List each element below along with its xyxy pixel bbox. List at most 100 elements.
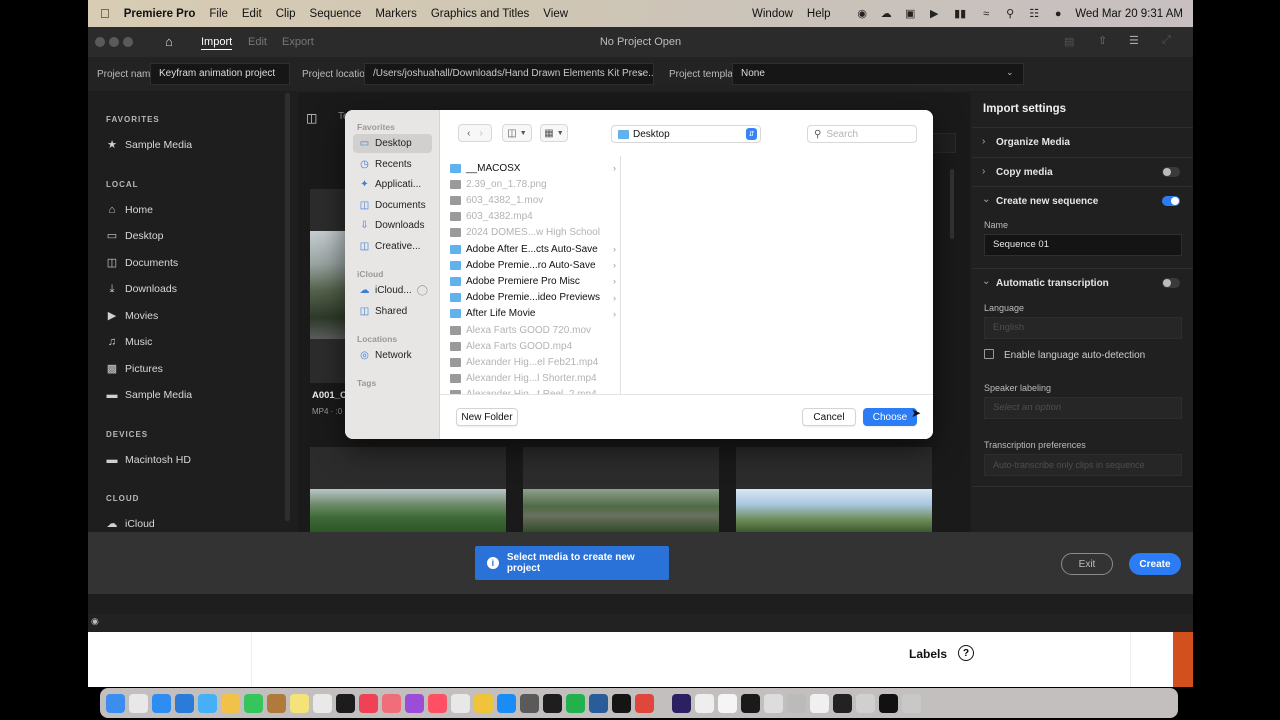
dock-app-icon[interactable] <box>879 693 898 713</box>
location-popup[interactable]: Desktop ⇵ <box>611 125 761 143</box>
dock-app-icon[interactable] <box>543 693 562 713</box>
dock-app-icon[interactable] <box>382 693 401 713</box>
dock-app-icon[interactable] <box>520 693 539 713</box>
file-list-item[interactable]: 603_4382_1.mov <box>450 192 616 208</box>
share-icon[interactable]: ⇧ <box>1098 34 1107 47</box>
chevron-right-icon[interactable]: › <box>480 128 483 139</box>
sidebar-item-downloads[interactable]: ⤓ Downloads <box>106 283 177 295</box>
dock-app-icon[interactable] <box>152 693 171 713</box>
sidebar-item-icloud[interactable]: ☁ iCloud <box>106 518 155 530</box>
menu-view[interactable]: View <box>543 8 568 20</box>
dock-app-icon[interactable] <box>718 693 737 713</box>
file-list-item[interactable]: Adobe Premiere Pro Misc › <box>450 273 616 289</box>
control-center-icon[interactable]: ☷ <box>1027 8 1041 20</box>
sidebar-item-movies[interactable]: ▶ Movies <box>106 310 159 322</box>
sidebar-item-music[interactable]: ♫ Music <box>106 336 153 348</box>
menu-edit[interactable]: Edit <box>242 8 262 20</box>
file-list-item[interactable]: 2024 DOMES...w High School <box>450 225 616 241</box>
dialog-sidebar-network[interactable]: ◎ Network <box>353 346 432 365</box>
organize-media-label[interactable]: Organize Media <box>996 137 1070 148</box>
file-list-item[interactable]: 603_4382.mp4 <box>450 209 616 225</box>
dock-app-icon[interactable] <box>672 693 691 713</box>
file-list-item[interactable]: 2.39_on_1.78.png <box>450 176 616 192</box>
dock-app-icon[interactable] <box>290 693 309 713</box>
search-field[interactable]: ⚲ Search <box>807 125 917 143</box>
auto-transcription-label[interactable]: Automatic transcription <box>996 278 1109 289</box>
back-forward-buttons[interactable]: ‹ › <box>458 124 492 142</box>
file-list-item[interactable]: After Life Movie › <box>450 306 616 322</box>
cancel-button[interactable]: Cancel <box>802 408 856 426</box>
folder-icon[interactable]: ◫ <box>306 111 317 125</box>
project-location-select[interactable]: /Users/joshuahall/Downloads/Hand Drawn E… <box>364 63 654 85</box>
sidebar-item-macintosh-hd[interactable]: ▬ Macintosh HD <box>106 454 191 466</box>
tab-export[interactable]: Export <box>282 36 314 48</box>
menu-help[interactable]: Help <box>807 8 831 20</box>
dialog-sidebar-icloud-drive[interactable]: ☁ iCloud... ◯ <box>353 281 432 300</box>
menu-window[interactable]: Window <box>752 8 793 20</box>
record-icon[interactable]: ◉ <box>855 8 869 20</box>
dock-app-icon[interactable] <box>902 693 921 713</box>
group-button[interactable]: ▦ ▼ <box>540 124 568 142</box>
media-thumbnail[interactable] <box>736 447 932 533</box>
dialog-sidebar-downloads[interactable]: ⇩ Downloads <box>353 216 432 235</box>
language-autodetect-checkbox[interactable] <box>984 349 994 359</box>
chevron-left-icon[interactable]: ‹ <box>467 128 470 139</box>
dock-app-icon[interactable] <box>244 693 263 713</box>
menu-sequence[interactable]: Sequence <box>310 8 362 20</box>
view-mode-button[interactable]: ◫ ▼ <box>502 124 532 142</box>
language-select[interactable]: English <box>984 317 1182 339</box>
dock-app-icon[interactable] <box>428 693 447 713</box>
exit-button[interactable]: Exit <box>1061 553 1113 575</box>
dock-app-icon[interactable] <box>612 693 631 713</box>
dock-app-icon[interactable] <box>106 693 125 713</box>
sidebar-item-sample-media-local[interactable]: ▬ Sample Media <box>106 389 193 401</box>
file-list-item[interactable]: Alexa Farts GOOD.mp4 <box>450 338 616 354</box>
dock-app-icon[interactable] <box>221 693 240 713</box>
file-list-item[interactable]: Alexander Hig...l Shorter.mp4 <box>450 371 616 387</box>
choose-button[interactable]: Choose <box>863 408 917 426</box>
file-list-item[interactable]: Adobe After E...cts Auto-Save › <box>450 241 616 257</box>
help-icon[interactable]: ? <box>958 645 974 661</box>
dialog-sidebar-recents[interactable]: ◷ Recents <box>353 155 432 174</box>
dock-app-icon[interactable] <box>741 693 760 713</box>
screen-share-icon[interactable]: ▣ <box>903 8 917 20</box>
copy-media-toggle[interactable] <box>1162 167 1180 177</box>
transcription-preferences-select[interactable]: Auto-transcribe only clips in sequence <box>984 454 1182 476</box>
dock-app-icon[interactable] <box>451 693 470 713</box>
project-name-input[interactable]: Keyfram animation project <box>150 63 290 85</box>
fullscreen-icon[interactable]: ⤢ <box>1162 34 1171 47</box>
create-sequence-label[interactable]: Create new sequence <box>996 196 1098 207</box>
copy-media-label[interactable]: Copy media <box>996 167 1053 178</box>
file-list-item[interactable]: Alexander Hig...t Reel_2.mp4 <box>450 387 616 394</box>
sidebar-item-sample-media[interactable]: ★ Sample Media <box>106 139 192 151</box>
menu-app-name[interactable]: Premiere Pro <box>124 8 196 20</box>
auto-transcription-toggle[interactable] <box>1162 278 1180 288</box>
dock-app-icon[interactable] <box>497 693 516 713</box>
wifi-icon[interactable]: ≈ <box>979 8 993 20</box>
sidebar-item-documents[interactable]: ◫ Documents <box>106 257 178 269</box>
media-scrollbar[interactable] <box>950 169 954 239</box>
dock-app-icon[interactable] <box>474 693 493 713</box>
tab-import[interactable]: Import <box>201 36 233 50</box>
create-sequence-toggle[interactable] <box>1162 196 1180 206</box>
menu-clock[interactable]: Wed Mar 20 9:31 AM <box>1075 8 1183 20</box>
sidebar-item-home[interactable]: ⌂ Home <box>106 204 153 216</box>
menu-graphics-titles[interactable]: Graphics and Titles <box>431 8 529 20</box>
dock-app-icon[interactable] <box>198 693 217 713</box>
dock-app-icon[interactable] <box>267 693 286 713</box>
media-thumbnail[interactable] <box>310 189 350 383</box>
sidebar-item-desktop[interactable]: ▭ Desktop <box>106 230 164 242</box>
battery-icon[interactable]: ▮▮ <box>951 8 969 20</box>
file-list-item[interactable]: Alexa Farts GOOD 720.mov <box>450 322 616 338</box>
sidebar-scrollbar[interactable] <box>285 93 290 521</box>
siri-icon[interactable]: ● <box>1051 8 1065 20</box>
dialog-sidebar-shared[interactable]: ◫ Shared <box>353 302 432 321</box>
create-button[interactable]: Create <box>1129 553 1181 575</box>
new-folder-button[interactable]: New Folder <box>456 408 518 426</box>
dock-app-icon[interactable] <box>313 693 332 713</box>
dock-app-icon[interactable] <box>833 693 852 713</box>
file-list-item[interactable]: Alexander Hig...el Feb21.mp4 <box>450 354 616 370</box>
tab-edit[interactable]: Edit <box>248 36 267 48</box>
dialog-sidebar-desktop[interactable]: ▭ Desktop <box>353 134 432 153</box>
menu-file[interactable]: File <box>209 8 228 20</box>
